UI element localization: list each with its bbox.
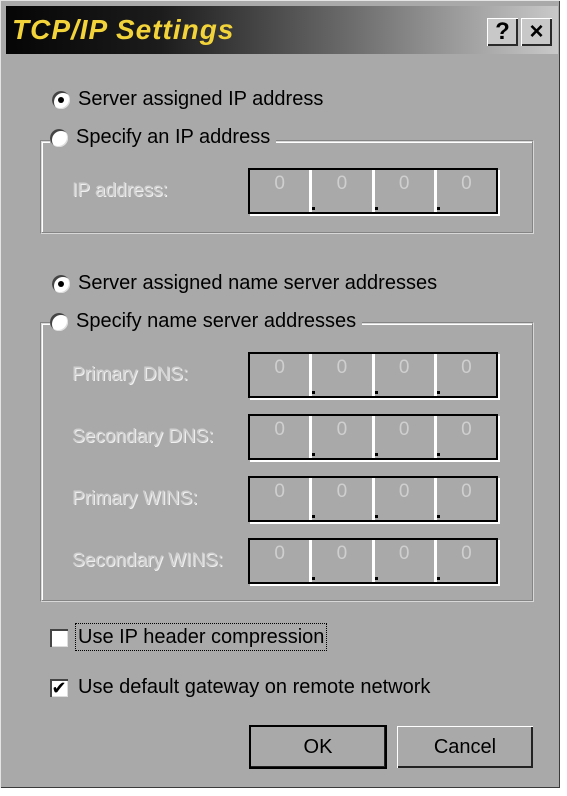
ip-octet[interactable]: 0 — [250, 478, 316, 520]
close-button[interactable]: × — [521, 18, 552, 46]
primary-wins-label: Primary WINS: — [72, 488, 198, 509]
cancel-button[interactable]: Cancel — [397, 726, 533, 768]
ip-address-input[interactable]: 0 0 0 0 — [248, 168, 498, 214]
checkbox-unchecked-icon[interactable] — [50, 628, 68, 647]
server-assigned-dns-radio[interactable]: Server assigned name server addresses — [52, 272, 437, 295]
ip-octet[interactable]: 0 — [437, 354, 496, 396]
ip-octet[interactable]: 0 — [312, 478, 378, 520]
tcpip-settings-dialog: TCP/IP Settings ? × Server assigned IP a… — [0, 0, 560, 788]
radio-selected-icon[interactable] — [52, 274, 70, 293]
secondary-dns-label: Secondary DNS: — [72, 426, 214, 447]
primary-dns-label: Primary DNS: — [72, 364, 189, 385]
default-gateway-label: Use default gateway on remote network — [78, 676, 431, 699]
window-title: TCP/IP Settings — [12, 14, 235, 45]
ip-octet[interactable]: 0 — [312, 416, 378, 458]
ok-button[interactable]: OK — [249, 725, 387, 769]
secondary-wins-input[interactable]: 0 0 0 0 — [248, 538, 498, 584]
ip-octet[interactable]: 0 — [312, 170, 378, 212]
ip-octet[interactable]: 0 — [375, 354, 440, 396]
ip-address-label: IP address: — [72, 180, 168, 201]
ip-octet[interactable]: 0 — [250, 170, 316, 212]
ip-octet[interactable]: 0 — [437, 478, 496, 520]
server-assigned-dns-label: Server assigned name server addresses — [78, 272, 438, 295]
primary-wins-input[interactable]: 0 0 0 0 — [248, 476, 498, 522]
ip-octet[interactable]: 0 — [437, 416, 496, 458]
radio-unselected-icon[interactable] — [50, 312, 68, 331]
ip-octet[interactable]: 0 — [312, 540, 378, 582]
ip-octet[interactable]: 0 — [250, 416, 316, 458]
ip-octet[interactable]: 0 — [437, 540, 496, 582]
default-gateway-checkbox[interactable]: ✔ Use default gateway on remote network — [50, 676, 430, 699]
header-compression-checkbox[interactable]: Use IP header compression — [50, 623, 328, 652]
primary-dns-input[interactable]: 0 0 0 0 — [248, 352, 498, 398]
ip-octet[interactable]: 0 — [312, 354, 378, 396]
ip-octet[interactable]: 0 — [437, 170, 496, 212]
specify-ip-radio[interactable]: Specify an IP address — [50, 126, 277, 150]
specify-dns-label: Specify name server addresses — [76, 310, 357, 333]
ip-octet[interactable]: 0 — [375, 170, 440, 212]
radio-selected-icon[interactable] — [52, 90, 70, 109]
secondary-dns-input[interactable]: 0 0 0 0 — [248, 414, 498, 460]
server-assigned-ip-radio[interactable]: Server assigned IP address — [52, 88, 323, 111]
server-assigned-ip-label: Server assigned IP address — [78, 88, 324, 111]
ip-octet[interactable]: 0 — [375, 540, 440, 582]
specify-dns-radio[interactable]: Specify name server addresses — [50, 310, 363, 334]
checkbox-checked-icon[interactable]: ✔ — [50, 678, 68, 697]
header-compression-label: Use IP header compression — [74, 623, 328, 652]
help-button[interactable]: ? — [487, 18, 518, 46]
specify-ip-label: Specify an IP address — [76, 126, 271, 149]
secondary-wins-label: Secondary WINS: — [72, 550, 223, 571]
title-bar[interactable]: TCP/IP Settings ? × — [6, 6, 558, 54]
radio-unselected-icon[interactable] — [50, 128, 68, 147]
ip-octet[interactable]: 0 — [375, 416, 440, 458]
ip-octet[interactable]: 0 — [250, 540, 316, 582]
ip-octet[interactable]: 0 — [250, 354, 316, 396]
ip-octet[interactable]: 0 — [375, 478, 440, 520]
